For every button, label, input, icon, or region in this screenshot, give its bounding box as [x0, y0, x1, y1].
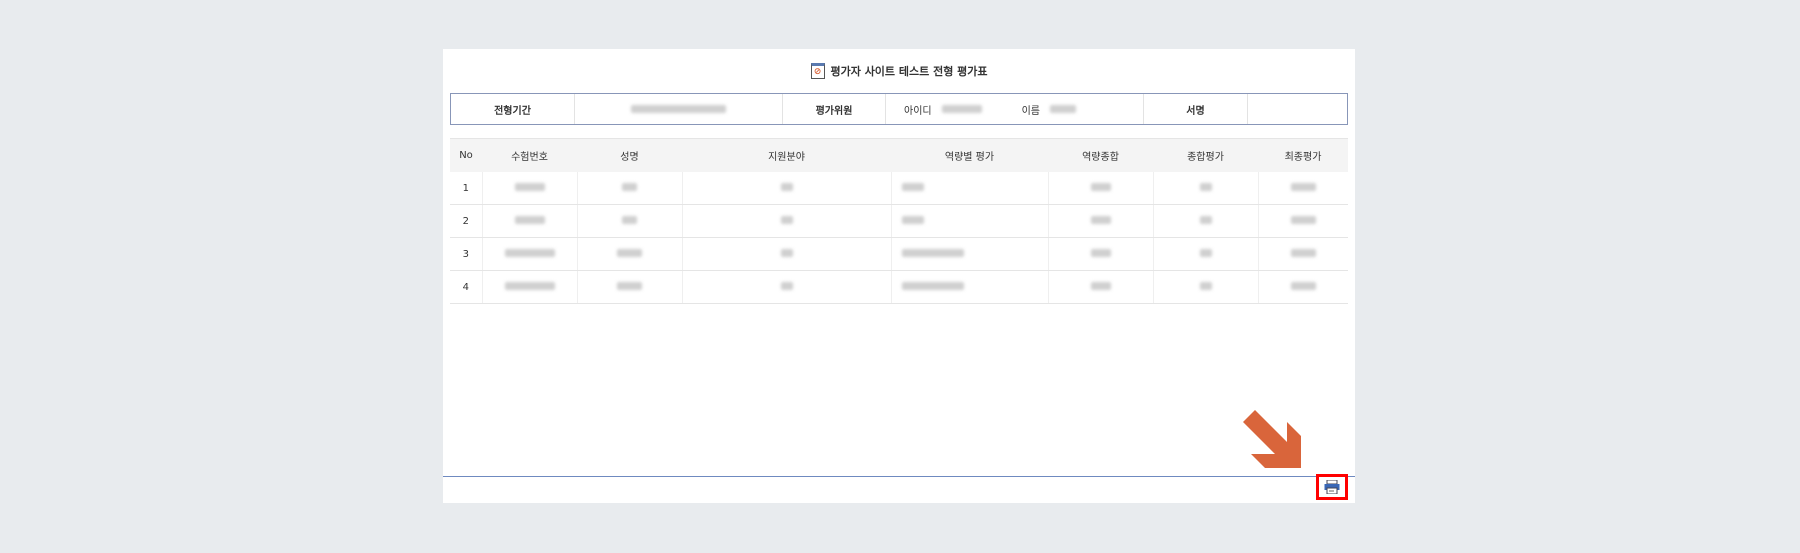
row-number: 2: [450, 204, 483, 238]
redacted-value: [514, 215, 545, 224]
redacted-cell: [1258, 204, 1348, 238]
redacted-value: [1199, 281, 1212, 290]
redacted-value: [780, 281, 793, 290]
redacted-value: [1090, 281, 1111, 290]
col-overall-eval: 종합평가: [1153, 138, 1258, 172]
redacted-cell: [1258, 237, 1348, 271]
redacted-value: [1290, 215, 1316, 224]
redacted-value: [504, 248, 555, 257]
redacted-cell: [577, 237, 683, 271]
page-title: ⊘ 평가자 사이트 테스트 전형 평가표: [443, 63, 1355, 79]
arrow-pointer-icon: [1243, 410, 1303, 474]
table-row: 1: [450, 172, 1348, 205]
name-label: 이름: [1021, 105, 1041, 117]
redacted-cell: [1258, 270, 1348, 304]
redacted-value: [504, 281, 555, 290]
redacted-value: [514, 182, 545, 191]
redacted-value: [1199, 182, 1212, 191]
redacted-value: [1290, 248, 1316, 257]
redacted-cell: [1153, 270, 1259, 304]
redacted-cell: [1153, 172, 1259, 205]
redacted-value: [780, 182, 793, 191]
redacted-cell: [682, 237, 892, 271]
redacted-cell: [1048, 172, 1154, 205]
redacted-value: [901, 215, 924, 224]
redacted-cell: [482, 270, 578, 304]
print-button[interactable]: [1316, 474, 1348, 500]
redacted-cell: [1153, 204, 1259, 238]
redacted-cell: [482, 204, 578, 238]
redacted-value: [780, 215, 793, 224]
document-icon: ⊘: [810, 63, 825, 79]
col-name: 성명: [577, 138, 682, 172]
period-label: 전형기간: [451, 94, 575, 124]
evaluation-panel: ⊘ 평가자 사이트 테스트 전형 평가표 전형기간 평가위원 아이디 이름 서명…: [443, 49, 1355, 503]
redacted-cell: [682, 172, 892, 205]
redacted-cell: [482, 172, 578, 205]
redacted-value: [901, 182, 924, 191]
redacted-cell: [577, 204, 683, 238]
table-row: 4: [450, 270, 1348, 304]
id-label: 아이디: [904, 105, 932, 117]
col-competency-total: 역량종합: [1048, 138, 1153, 172]
redacted-value: [1290, 182, 1316, 191]
printer-icon: [1324, 480, 1340, 494]
redacted-cell: [682, 204, 892, 238]
row-number: 1: [450, 172, 483, 205]
redacted-value: [901, 248, 964, 257]
redacted-cell: [891, 270, 1049, 304]
col-no: No: [450, 138, 482, 172]
redacted-cell: [891, 172, 1049, 205]
redacted-value: [622, 215, 637, 224]
signature-label: 서명: [1144, 94, 1248, 124]
row-number: 3: [450, 237, 483, 271]
redacted-cell: [577, 270, 683, 304]
redacted-cell: [1048, 237, 1154, 271]
redacted-cell: [891, 237, 1049, 271]
footer-divider: [443, 476, 1355, 477]
redacted-value: [901, 281, 964, 290]
redacted-cell: [1153, 237, 1259, 271]
col-final-eval: 최종평가: [1258, 138, 1348, 172]
redacted-value: [1290, 281, 1316, 290]
col-competency-eval: 역량별 평가: [891, 138, 1048, 172]
table-header: No 수험번호 성명 지원분야 역량별 평가 역량종합 종합평가 최종평가: [450, 138, 1348, 172]
redacted-cell: [891, 204, 1049, 238]
redacted-cell: [577, 172, 683, 205]
redacted-value: [1090, 248, 1111, 257]
redacted-value: [617, 281, 642, 290]
table-row: 2: [450, 204, 1348, 238]
redacted-cell: [482, 237, 578, 271]
table-row: 3: [450, 237, 1348, 271]
redacted-cell: [682, 270, 892, 304]
redacted-cell: [1258, 172, 1348, 205]
period-value: [575, 94, 783, 124]
signature-value: [1248, 94, 1347, 124]
redacted-value: [622, 182, 637, 191]
evaluator-label: 평가위원: [783, 94, 886, 124]
redacted-cell: [1048, 270, 1154, 304]
redacted-cell: [1048, 204, 1154, 238]
redacted-value: [1090, 215, 1111, 224]
redacted-value: [1090, 182, 1111, 191]
evaluator-info: 전형기간 평가위원 아이디 이름 서명: [450, 93, 1348, 125]
title-text: 평가자 사이트 테스트 전형 평가표: [830, 65, 988, 78]
col-exam-number: 수험번호: [482, 138, 577, 172]
redacted-value: [1199, 215, 1212, 224]
redacted-value: [780, 248, 793, 257]
row-number: 4: [450, 270, 483, 304]
evaluation-table: No 수험번호 성명 지원분야 역량별 평가 역량종합 종합평가 최종평가 12…: [450, 138, 1348, 304]
redacted-value: [1199, 248, 1212, 257]
redacted-value: [617, 248, 642, 257]
col-field: 지원분야: [682, 138, 891, 172]
evaluator-value: 아이디 이름: [886, 94, 1144, 124]
